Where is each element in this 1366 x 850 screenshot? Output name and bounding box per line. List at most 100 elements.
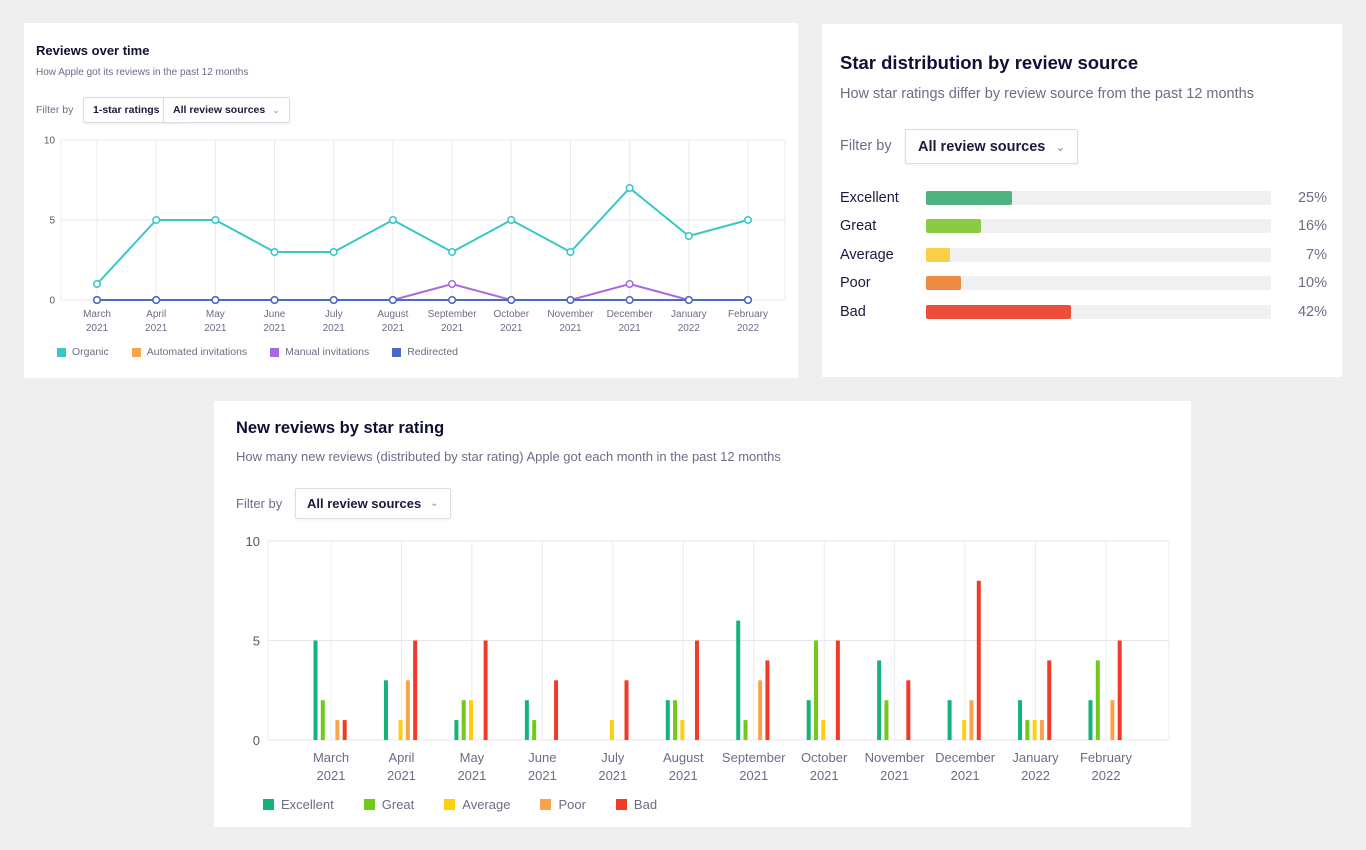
legend-item-manual-invitations[interactable]: Manual invitations [270, 346, 369, 358]
data-point-redirected[interactable] [152, 295, 161, 305]
data-point-organic[interactable] [566, 247, 575, 257]
data-point-organic[interactable] [270, 247, 279, 257]
x-tick-label: August [377, 309, 408, 320]
bar-great[interactable] [320, 700, 325, 740]
bar-great[interactable] [743, 720, 748, 740]
data-point-redirected[interactable] [448, 295, 457, 305]
data-point-manual-invitations[interactable] [625, 279, 634, 289]
x-tick-label: 2021 [145, 323, 168, 334]
data-point-organic[interactable] [625, 183, 634, 193]
bar-chart: 0 5 10 March 2021 April 2021 May 2021 June 2021 Jul… [246, 534, 1170, 783]
data-point-organic[interactable] [211, 215, 220, 225]
bar-excellent[interactable] [806, 700, 811, 740]
data-point-redirected[interactable] [684, 295, 693, 305]
data-point-redirected[interactable] [566, 295, 575, 305]
bar-excellent[interactable] [736, 620, 741, 740]
bar-great[interactable] [813, 640, 818, 741]
bar-poor[interactable] [1039, 720, 1044, 740]
bar-bad[interactable] [694, 640, 699, 741]
bar-poor[interactable] [335, 720, 340, 740]
bar-excellent[interactable] [1088, 700, 1093, 740]
bar-great[interactable] [884, 700, 889, 740]
x-tick-label: 2021 [457, 768, 486, 783]
bar-average[interactable] [398, 720, 403, 740]
bar-average[interactable] [821, 720, 826, 740]
star-distribution-card: Star distribution by review source How s… [822, 24, 1342, 377]
distribution-row-great: Great 16% [840, 216, 1327, 236]
bar-average[interactable] [680, 720, 685, 740]
bar-bad[interactable] [906, 680, 911, 740]
bar-great[interactable] [1095, 660, 1100, 740]
bar-great[interactable] [1025, 720, 1030, 740]
bar-average[interactable] [1032, 720, 1037, 740]
legend-item-poor[interactable]: Poor [540, 797, 586, 812]
data-point-organic[interactable] [684, 231, 693, 241]
bar-excellent[interactable] [1018, 700, 1023, 740]
data-point-organic[interactable] [329, 247, 338, 257]
x-tick-label: 2021 [323, 323, 346, 334]
bar-bad[interactable] [976, 580, 981, 740]
legend-item-automated-invitations[interactable]: Automated invitations [131, 346, 247, 358]
progress-track [926, 248, 1271, 262]
bar-bad[interactable] [1047, 660, 1052, 740]
bar-excellent[interactable] [877, 660, 882, 740]
legend-label: Excellent [281, 797, 334, 812]
data-point-organic[interactable] [448, 247, 457, 257]
data-point-redirected[interactable] [329, 295, 338, 305]
data-point-redirected[interactable] [211, 295, 220, 305]
bar-great[interactable] [673, 700, 678, 740]
bar-excellent[interactable] [524, 700, 529, 740]
legend-item-redirected[interactable]: Redirected [392, 346, 458, 358]
data-point-organic[interactable] [92, 279, 102, 289]
card-title: Star distribution by review source [840, 52, 1139, 73]
bar-bad[interactable] [554, 680, 559, 740]
x-tick-label: 2021 [204, 323, 227, 334]
legend-item-organic[interactable]: Organic [57, 346, 109, 358]
bar-average[interactable] [609, 720, 614, 740]
bar-excellent[interactable] [383, 680, 388, 740]
bar-bad[interactable] [483, 640, 488, 741]
bar-poor[interactable] [969, 700, 974, 740]
bar-excellent[interactable] [454, 720, 459, 740]
bar-bad[interactable] [624, 680, 629, 740]
data-point-redirected[interactable] [625, 295, 634, 305]
legend-item-excellent[interactable]: Excellent [263, 797, 334, 812]
data-point-redirected[interactable] [743, 295, 753, 305]
data-point-manual-invitations[interactable] [448, 279, 457, 289]
bar-great[interactable] [461, 700, 466, 740]
y-tick-label: 10 [44, 136, 56, 147]
bar-bad[interactable] [1117, 640, 1122, 741]
bar-poor[interactable] [758, 680, 763, 740]
bar-bad[interactable] [413, 640, 418, 741]
data-point-redirected[interactable] [270, 295, 279, 305]
data-point-organic[interactable] [507, 215, 516, 225]
bar-average[interactable] [469, 700, 474, 740]
bar-great[interactable] [532, 720, 537, 740]
percent-value: 25% [1297, 190, 1327, 206]
data-point-redirected[interactable] [92, 295, 102, 305]
data-point-organic[interactable] [743, 215, 753, 225]
rating-label: Great [840, 218, 877, 234]
bar-excellent[interactable] [665, 700, 670, 740]
bar-bad[interactable] [765, 660, 770, 740]
x-tick-label: 2021 [86, 323, 109, 334]
bar-excellent[interactable] [313, 640, 318, 741]
bar-bad[interactable] [342, 720, 347, 740]
data-point-redirected[interactable] [388, 295, 397, 305]
bar-bad[interactable] [835, 640, 840, 741]
legend-item-great[interactable]: Great [363, 797, 414, 812]
bar-poor[interactable] [405, 680, 410, 740]
data-point-redirected[interactable] [507, 295, 516, 305]
x-tick-label: September [428, 309, 478, 320]
source-filter-dropdown[interactable]: All review sources ⌄ [905, 129, 1079, 164]
data-point-organic[interactable] [152, 215, 161, 225]
x-tick-label: January [1012, 750, 1059, 765]
bar-excellent[interactable] [947, 700, 952, 740]
legend-swatch [615, 799, 627, 810]
data-point-organic[interactable] [388, 215, 397, 225]
legend-item-bad[interactable]: Bad [615, 797, 657, 812]
bar-poor[interactable] [1110, 700, 1115, 740]
bar-average[interactable] [962, 720, 967, 740]
x-tick-label: December [935, 750, 996, 765]
legend-item-average[interactable]: Average [444, 797, 510, 812]
